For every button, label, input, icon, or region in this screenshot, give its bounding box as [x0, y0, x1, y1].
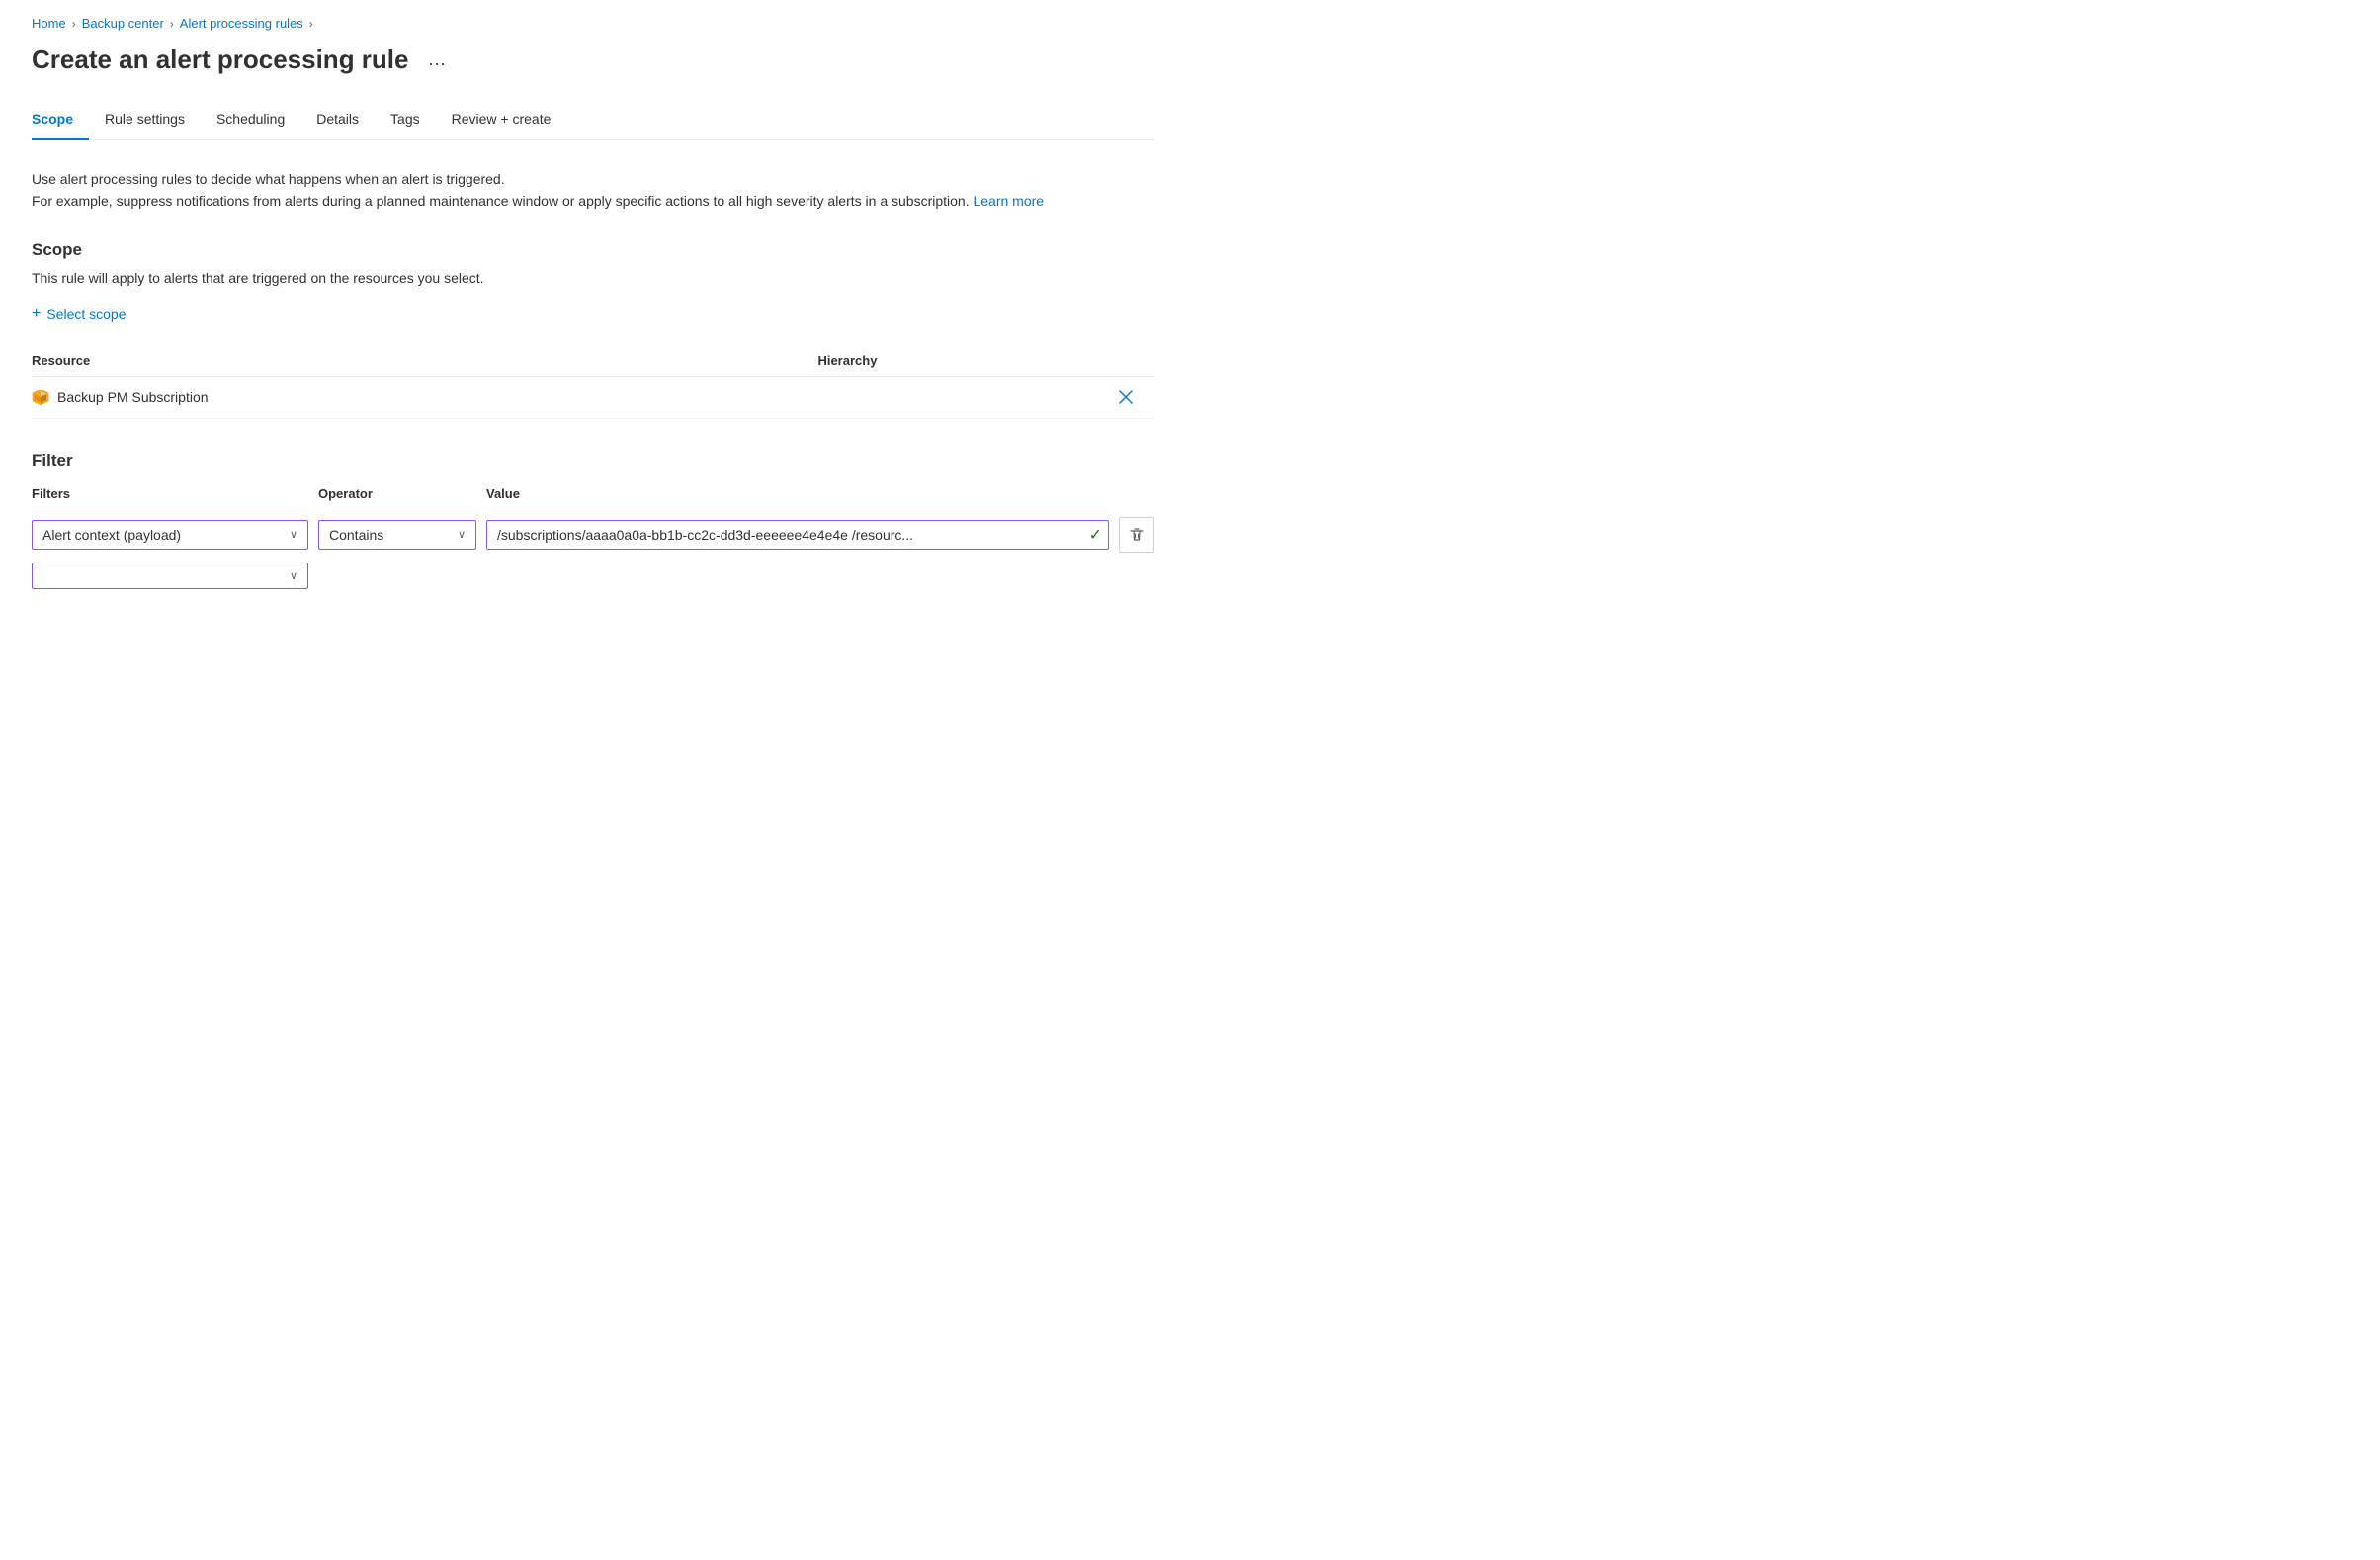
col-hierarchy: Hierarchy: [817, 345, 1115, 377]
close-icon: [1119, 390, 1133, 404]
scope-title: Scope: [32, 240, 1154, 260]
page-title: Create an alert processing rule: [32, 44, 408, 75]
tab-scope[interactable]: Scope: [32, 99, 89, 140]
check-icon: ✓: [1083, 525, 1108, 545]
resource-cell: Backup PM Subscription: [32, 376, 817, 418]
select-scope-label: Select scope: [46, 306, 126, 322]
resource-name: Backup PM Subscription: [57, 390, 209, 405]
subscription-icon: [32, 389, 49, 406]
filter-row-2: ∨: [32, 563, 1154, 589]
tabs-container: Scope Rule settings Scheduling Details T…: [32, 99, 1154, 140]
filter-value: Alert context (payload): [42, 527, 181, 543]
delete-cell: [1115, 376, 1154, 418]
description-line2: For example, suppress notifications from…: [32, 190, 1154, 212]
filter-row-1: Alert context (payload) ∨ Contains ∨ ✓: [32, 517, 1154, 553]
tab-details[interactable]: Details: [300, 99, 375, 140]
learn-more-link[interactable]: Learn more: [973, 193, 1044, 209]
breadcrumb-home[interactable]: Home: [32, 16, 66, 31]
table-row: Backup PM Subscription: [32, 376, 1154, 418]
operator-col-label: Operator: [318, 486, 476, 501]
operator-value: Contains: [329, 527, 383, 543]
filter-col-label: Filters: [32, 486, 308, 501]
select-scope-button[interactable]: + Select scope: [32, 302, 127, 327]
scope-subtitle: This rule will apply to alerts that are …: [32, 270, 1154, 286]
filter-title: Filter: [32, 451, 1154, 471]
delete-scope-button[interactable]: [1115, 387, 1137, 408]
hierarchy-cell: [817, 376, 1115, 418]
delete-filter-button[interactable]: [1119, 517, 1154, 553]
value-input[interactable]: [487, 521, 1083, 549]
trash-icon: [1129, 527, 1145, 543]
empty-filter-dropdown[interactable]: ∨: [32, 563, 308, 589]
tab-tags[interactable]: Tags: [375, 99, 436, 140]
description-section: Use alert processing rules to decide wha…: [32, 168, 1154, 213]
tab-review-create[interactable]: Review + create: [436, 99, 567, 140]
breadcrumb-sep-3: ›: [309, 17, 313, 31]
tab-rule-settings[interactable]: Rule settings: [89, 99, 201, 140]
plus-icon: +: [32, 305, 41, 323]
breadcrumb-alert-rules[interactable]: Alert processing rules: [180, 16, 303, 31]
breadcrumb-sep-2: ›: [170, 17, 174, 31]
scope-table: Resource Hierarchy: [32, 345, 1154, 419]
breadcrumb-sep-1: ›: [72, 17, 76, 31]
breadcrumb-backup-center[interactable]: Backup center: [82, 16, 164, 31]
tab-scheduling[interactable]: Scheduling: [201, 99, 300, 140]
breadcrumb: Home › Backup center › Alert processing …: [32, 16, 1154, 31]
description-line1: Use alert processing rules to decide wha…: [32, 168, 1154, 190]
col-resource: Resource: [32, 345, 817, 377]
filter-section: Filter Filters Operator Value Alert cont…: [32, 451, 1154, 589]
more-options-button[interactable]: ...: [420, 45, 454, 74]
col-actions: [1115, 345, 1154, 377]
scope-section: Scope This rule will apply to alerts tha…: [32, 240, 1154, 419]
chevron-down-icon-2: ∨: [458, 528, 466, 541]
value-col-label: Value: [486, 486, 1154, 501]
filter-dropdown[interactable]: Alert context (payload) ∨: [32, 520, 308, 550]
chevron-down-icon: ∨: [290, 528, 298, 541]
operator-dropdown[interactable]: Contains ∨: [318, 520, 476, 550]
chevron-down-icon-3: ∨: [290, 569, 298, 582]
